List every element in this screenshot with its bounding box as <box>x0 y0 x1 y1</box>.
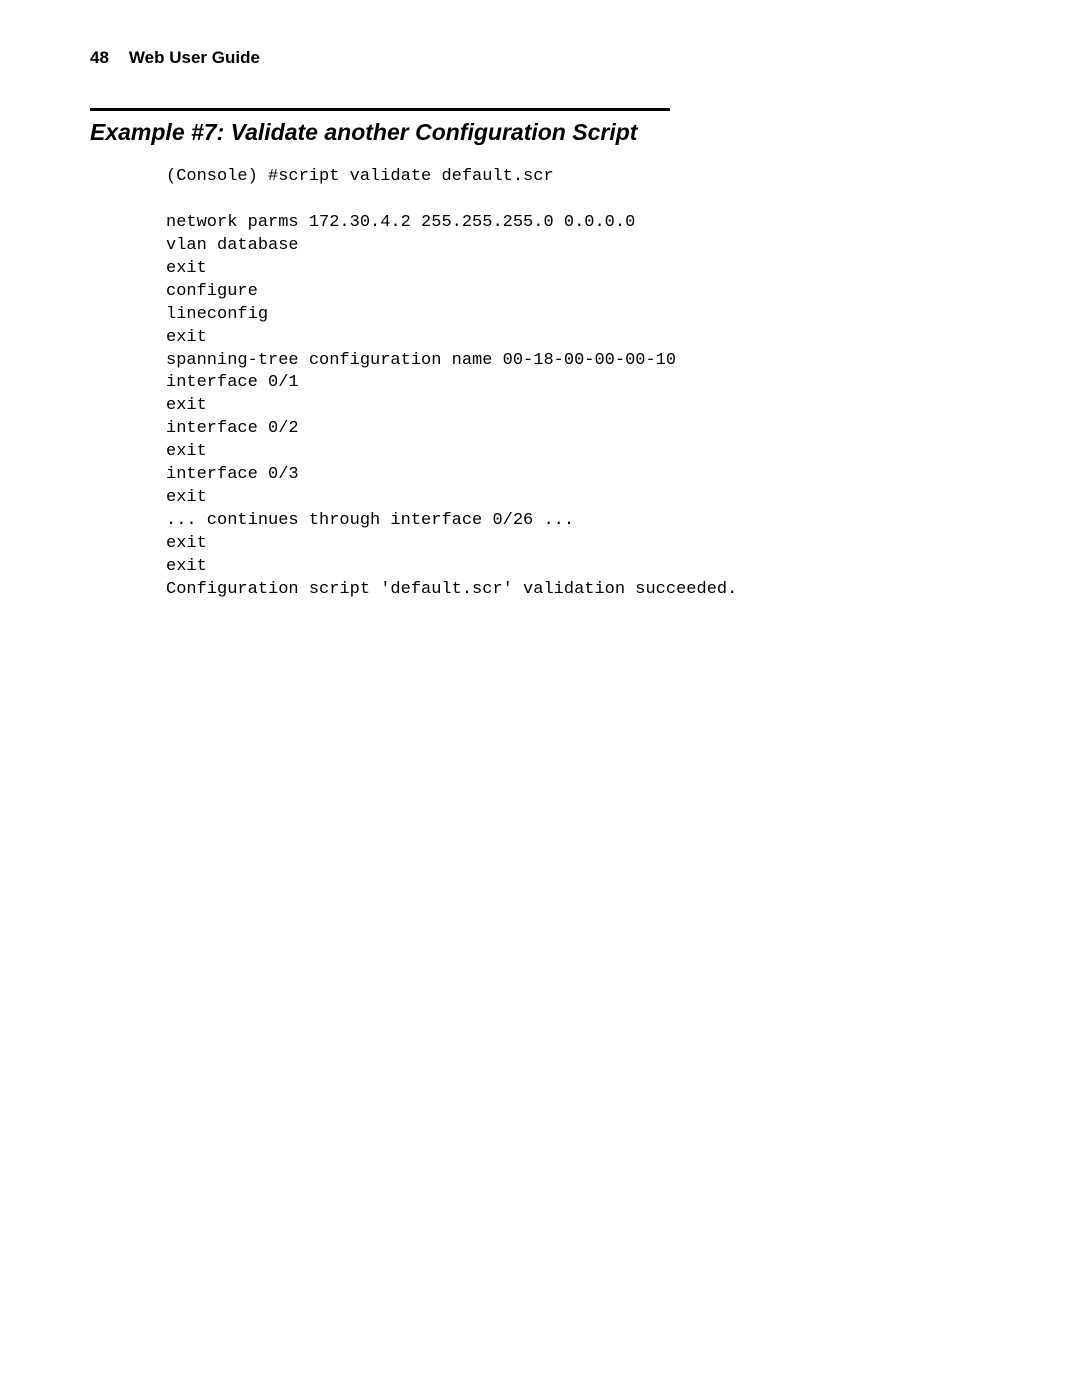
guide-title: Web User Guide <box>129 48 260 67</box>
page-number: 48 <box>90 48 109 67</box>
section-title: Example #7: Validate another Configurati… <box>90 108 670 146</box>
code-block: (Console) #script validate default.scr n… <box>166 166 990 602</box>
page-header: 48 Web User Guide <box>90 48 990 68</box>
